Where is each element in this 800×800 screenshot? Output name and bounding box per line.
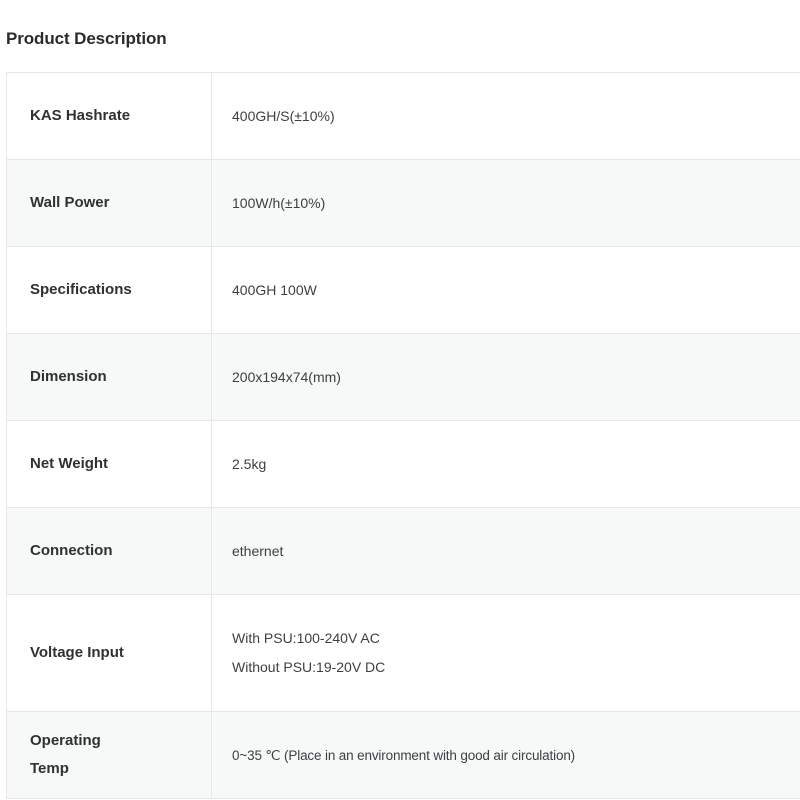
spec-value-line: With PSU:100-240V AC	[232, 624, 800, 653]
specification-table: KAS Hashrate 400GH/S(±10%) Wall Power 100W/…	[6, 72, 800, 799]
spec-value-line: 200x194x74(mm)	[232, 363, 800, 392]
spec-value-line: Without PSU:19-20V DC	[232, 653, 800, 682]
table-row: Connection ethernet	[7, 508, 800, 595]
spec-value-line: ethernet	[232, 537, 800, 566]
spec-value-line: 400GH/S(±10%)	[232, 102, 800, 131]
page-title: Product Description	[6, 28, 167, 50]
table-row: Voltage Input With PSU:100-240V ACWithout…	[7, 595, 800, 712]
spec-value-cell: ethernet	[212, 508, 800, 595]
table-row: Specifications 400GH 100W	[7, 247, 800, 334]
spec-value-cell: With PSU:100-240V ACWithout PSU:19-20V D…	[212, 595, 800, 712]
product-description-page: Product Description KAS Hashrate 400GH/S(…	[0, 0, 800, 800]
spec-label-cell: Connection	[7, 508, 212, 595]
spec-label: Net Weight	[30, 455, 108, 472]
spec-label: Voltage Input	[30, 644, 124, 661]
table-row: Operating Temp 0~35 ℃ (Place in an enviro…	[7, 712, 800, 799]
spec-label-cell: Dimension	[7, 334, 212, 421]
spec-value-cell: 2.5kg	[212, 421, 800, 508]
spec-value-cell: 400GH/S(±10%)	[212, 73, 800, 160]
spec-label: Dimension	[30, 368, 107, 385]
table-row: Dimension 200x194x74(mm)	[7, 334, 800, 421]
table-row: KAS Hashrate 400GH/S(±10%)	[7, 73, 800, 160]
spec-label-cell: KAS Hashrate	[7, 73, 212, 160]
spec-label: KAS Hashrate	[30, 107, 130, 124]
spec-label: Wall Power	[30, 194, 109, 211]
spec-label-cell: Operating Temp	[7, 712, 212, 799]
table-row: Net Weight 2.5kg	[7, 421, 800, 508]
spec-label-cell: Voltage Input	[7, 595, 212, 712]
spec-label-cell: Wall Power	[7, 160, 212, 247]
specification-table-container: KAS Hashrate 400GH/S(±10%) Wall Power 100W/…	[6, 72, 800, 799]
spec-label: Specifications	[30, 281, 132, 298]
spec-value-line: 100W/h(±10%)	[232, 189, 800, 218]
spec-value-cell: 0~35 ℃ (Place in an environment with goo…	[212, 712, 800, 799]
table-row: Wall Power 100W/h(±10%)	[7, 160, 800, 247]
spec-value-cell: 200x194x74(mm)	[212, 334, 800, 421]
spec-value-cell: 400GH 100W	[212, 247, 800, 334]
specification-table-body: KAS Hashrate 400GH/S(±10%) Wall Power 100W/…	[7, 73, 800, 799]
spec-value-cell: 100W/h(±10%)	[212, 160, 800, 247]
spec-value-line: 0~35 ℃ (Place in an environment with goo…	[232, 741, 800, 770]
spec-value-line: 400GH 100W	[232, 276, 800, 305]
spec-label-cell: Specifications	[7, 247, 212, 334]
spec-label-cell: Net Weight	[7, 421, 212, 508]
spec-label: Connection	[30, 542, 113, 559]
spec-label: Operating Temp	[30, 727, 140, 783]
spec-value-line: 2.5kg	[232, 450, 800, 479]
